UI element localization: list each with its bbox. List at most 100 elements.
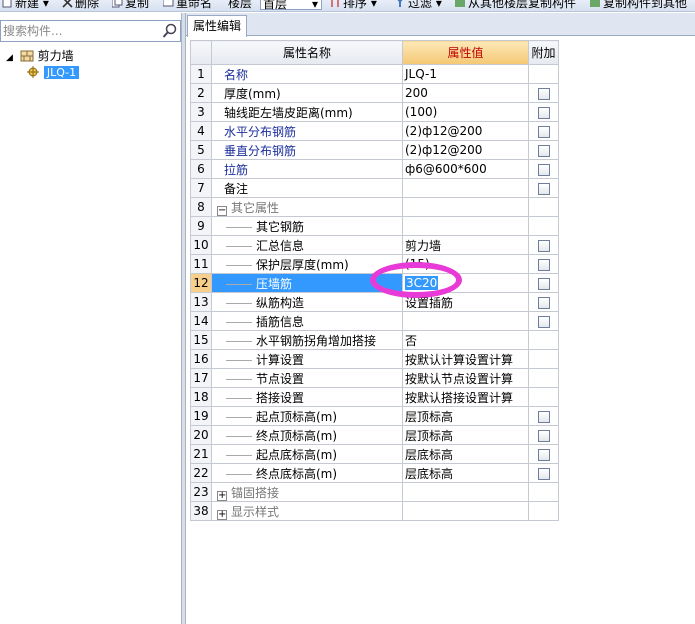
property-name-cell[interactable]: 插筋信息 xyxy=(211,311,403,331)
property-name-cell[interactable]: 垂直分布钢筋 xyxy=(211,140,403,160)
property-value-cell[interactable] xyxy=(402,311,529,331)
property-name-cell[interactable]: 水平钢筋拐角增加搭接 xyxy=(211,330,403,350)
tab-property-edit[interactable]: 属性编辑 xyxy=(187,15,248,37)
table-row[interactable]: 1 名称 JLQ-1 xyxy=(190,64,559,84)
copy-from-floor-button[interactable]: 从其他楼层复制构件 xyxy=(455,0,576,10)
table-row[interactable]: 17 节点设置 按默认节点设置计算 xyxy=(190,368,559,388)
property-name-cell[interactable]: + 锚固搭接 xyxy=(211,482,403,502)
search-icon[interactable] xyxy=(162,23,178,39)
property-value-cell[interactable]: 层底标高 xyxy=(402,463,529,483)
property-value-cell[interactable]: 层顶标高 xyxy=(402,425,529,445)
table-row[interactable]: 14 插筋信息 xyxy=(190,311,559,331)
expand-icon[interactable]: + xyxy=(217,509,227,520)
property-name-cell[interactable]: 终点顶标高(m) xyxy=(211,425,403,445)
attach-checkbox[interactable] xyxy=(537,448,550,461)
property-name-cell[interactable]: 轴线距左墙皮距离(mm) xyxy=(211,102,403,122)
attach-checkbox[interactable] xyxy=(537,410,550,423)
rename-button[interactable]: 重命名 xyxy=(162,0,212,10)
sort-button[interactable]: 排序 ▾ xyxy=(330,0,377,10)
property-value-cell[interactable] xyxy=(402,501,529,521)
attach-checkbox[interactable] xyxy=(537,296,550,309)
table-row[interactable]: 23 + 锚固搭接 xyxy=(190,482,559,502)
copy-to-floor-button[interactable]: 复制构件到其他 xyxy=(590,0,687,10)
table-row[interactable]: 19 起点顶标高(m) 层顶标高 xyxy=(190,406,559,426)
property-name-cell[interactable]: 水平分布钢筋 xyxy=(211,121,403,141)
attach-checkbox[interactable] xyxy=(537,239,550,252)
property-value-cell[interactable] xyxy=(402,216,529,236)
table-row[interactable]: 13 纵筋构造 设置插筋 xyxy=(190,292,559,312)
table-row[interactable]: 20 终点顶标高(m) 层顶标高 xyxy=(190,425,559,445)
tree-node-shear-wall[interactable]: ◢ 剪力墙 xyxy=(6,48,74,64)
table-row[interactable]: 8− 其它属性 xyxy=(190,197,559,217)
property-value-cell[interactable]: (100) xyxy=(402,102,529,122)
property-value-cell[interactable]: JLQ-1 xyxy=(402,64,529,84)
property-value-cell[interactable] xyxy=(402,482,529,502)
attach-checkbox[interactable] xyxy=(537,258,550,271)
attach-checkbox[interactable] xyxy=(537,163,550,176)
property-value-cell[interactable] xyxy=(402,197,529,217)
property-value-cell[interactable]: 层底标高 xyxy=(402,444,529,464)
property-value-cell[interactable] xyxy=(402,178,529,198)
floor-select[interactable]: 首层 ▾ xyxy=(260,0,322,11)
table-row[interactable]: 9 其它钢筋 xyxy=(190,216,559,236)
property-name-cell[interactable]: 计算设置 xyxy=(211,349,403,369)
property-value-cell[interactable]: 否 xyxy=(402,330,529,350)
property-name-cell[interactable]: 汇总信息 xyxy=(211,235,403,255)
property-name-cell[interactable]: 终点底标高(m) xyxy=(211,463,403,483)
collapse-icon[interactable]: − xyxy=(217,205,227,216)
table-row[interactable]: 11 保护层厚度(mm) (15) xyxy=(190,254,559,274)
property-name-cell[interactable]: + 显示样式 xyxy=(211,501,403,521)
attach-checkbox[interactable] xyxy=(537,182,550,195)
property-name-cell[interactable]: 备注 xyxy=(211,178,403,198)
property-name-cell[interactable]: 名称 xyxy=(211,64,403,84)
property-value-cell[interactable]: 剪力墙 xyxy=(402,235,529,255)
property-name-cell[interactable]: 其它钢筋 xyxy=(211,216,403,236)
table-row[interactable]: 12 压墙筋 3C20 xyxy=(190,273,559,293)
search-input[interactable] xyxy=(3,23,153,39)
table-row[interactable]: 4 水平分布钢筋 (2)ф12@200 xyxy=(190,121,559,141)
table-row[interactable]: 22 终点底标高(m) 层底标高 xyxy=(190,463,559,483)
filter-button[interactable]: 过滤 ▾ xyxy=(395,0,442,10)
property-value-cell[interactable]: (15) xyxy=(402,254,529,274)
attach-checkbox[interactable] xyxy=(537,277,550,290)
property-value-cell[interactable]: 3C20 xyxy=(402,273,529,293)
new-button[interactable]: 新建 ▾ xyxy=(2,0,49,10)
attach-checkbox[interactable] xyxy=(537,429,550,442)
table-row[interactable]: 10 汇总信息 剪力墙 xyxy=(190,235,559,255)
property-value-cell[interactable]: 层顶标高 xyxy=(402,406,529,426)
table-row[interactable]: 2 厚度(mm) 200 xyxy=(190,83,559,103)
table-row[interactable]: 38 + 显示样式 xyxy=(190,501,559,521)
property-name-cell[interactable]: 节点设置 xyxy=(211,368,403,388)
property-value-cell[interactable]: 设置插筋 xyxy=(402,292,529,312)
property-value-cell[interactable]: ф6@600*600 xyxy=(402,159,529,179)
property-value-cell[interactable]: 按默认计算设置计算 xyxy=(402,349,529,369)
property-name-cell[interactable]: 拉筋 xyxy=(211,159,403,179)
property-name-cell[interactable]: 纵筋构造 xyxy=(211,292,403,312)
property-value-cell[interactable]: 按默认搭接设置计算 xyxy=(402,387,529,407)
table-row[interactable]: 3 轴线距左墙皮距离(mm) (100) xyxy=(190,102,559,122)
delete-button[interactable]: 删除 xyxy=(62,0,99,10)
collapse-icon[interactable]: ◢ xyxy=(6,50,16,66)
property-value-cell[interactable]: 200 xyxy=(402,83,529,103)
expand-icon[interactable]: + xyxy=(217,490,227,501)
property-name-cell[interactable]: 保护层厚度(mm) xyxy=(211,254,403,274)
property-name-cell[interactable]: 搭接设置 xyxy=(211,387,403,407)
property-name-cell[interactable]: 起点顶标高(m) xyxy=(211,406,403,426)
table-row[interactable]: 16 计算设置 按默认计算设置计算 xyxy=(190,349,559,369)
table-row[interactable]: 7 备注 xyxy=(190,178,559,198)
attach-checkbox[interactable] xyxy=(537,467,550,480)
property-name-cell[interactable]: − 其它属性 xyxy=(211,197,403,217)
copy-button[interactable]: 复制 xyxy=(111,0,149,10)
property-value-cell[interactable]: (2)ф12@200 xyxy=(402,140,529,160)
property-name-cell[interactable]: 压墙筋 xyxy=(211,273,403,293)
property-name-cell[interactable]: 起点底标高(m) xyxy=(211,444,403,464)
table-row[interactable]: 6 拉筋 ф6@600*600 xyxy=(190,159,559,179)
table-row[interactable]: 18 搭接设置 按默认搭接设置计算 xyxy=(190,387,559,407)
attach-checkbox[interactable] xyxy=(537,144,550,157)
property-value-cell[interactable]: 按默认节点设置计算 xyxy=(402,368,529,388)
attach-checkbox[interactable] xyxy=(537,315,550,328)
table-row[interactable]: 21 起点底标高(m) 层底标高 xyxy=(190,444,559,464)
attach-checkbox[interactable] xyxy=(537,87,550,100)
table-row[interactable]: 5 垂直分布钢筋 (2)ф12@200 xyxy=(190,140,559,160)
table-row[interactable]: 15 水平钢筋拐角增加搭接 否 xyxy=(190,330,559,350)
